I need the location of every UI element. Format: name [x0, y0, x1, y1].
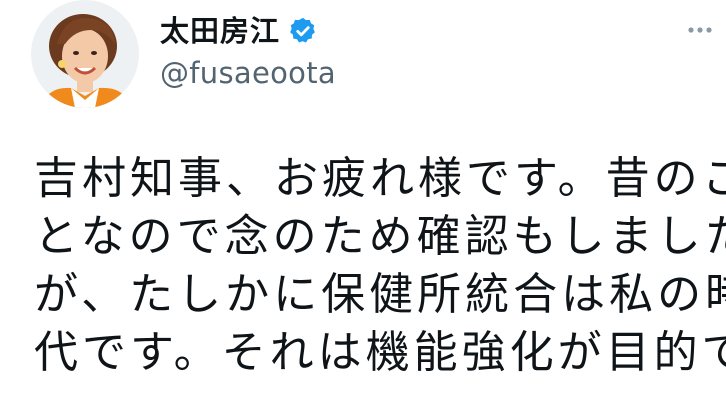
tweet-text-line: が、たしかに保健所統合は私の時	[34, 269, 726, 320]
more-options-button[interactable]	[684, 14, 716, 46]
tweet-text: 吉村知事、お疲れ様です。昔のこ となので念のため確認もしました が、たしかに保健…	[34, 150, 726, 382]
author-name-row: 太田房江	[160, 14, 318, 48]
avatar-image	[31, 0, 139, 108]
tweet-text-line: 代です。それは機能強化が目的で	[34, 327, 726, 378]
more-dots-icon	[688, 27, 712, 33]
author-handle[interactable]: @fusaeoota	[160, 56, 336, 90]
verified-badge-icon	[288, 16, 318, 46]
tweet-text-line: 吉村知事、お疲れ様です。昔のこ	[34, 153, 726, 204]
avatar[interactable]	[31, 0, 139, 108]
author-display-name[interactable]: 太田房江	[160, 14, 280, 48]
tweet-card: 太田房江 @fusaeoota 吉村知事、お疲れ様です。昔のこ となので念のため…	[0, 0, 726, 409]
tweet-text-line: となので念のため確認もしました	[34, 211, 726, 262]
